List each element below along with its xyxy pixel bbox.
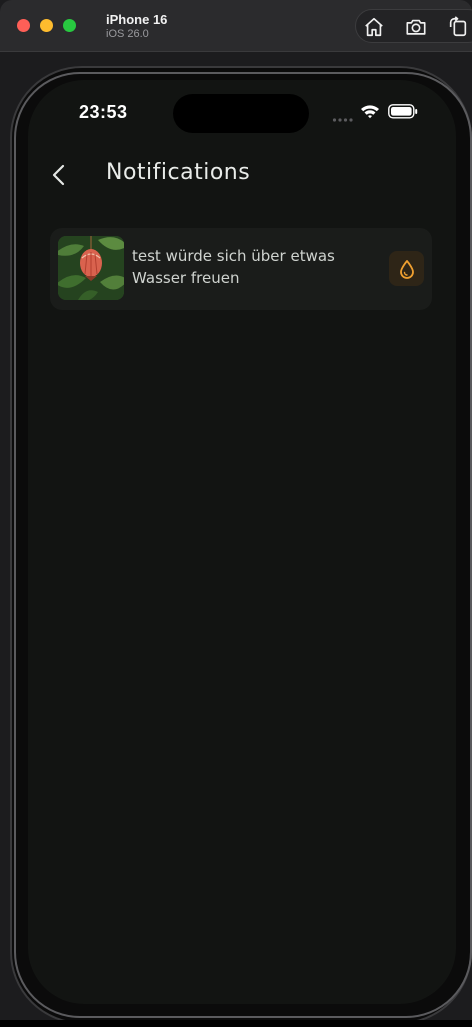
signal-icon	[332, 108, 354, 127]
rotate-icon[interactable]	[447, 16, 471, 38]
notification-card[interactable]: test würde sich über etwas Wasser freuen	[50, 228, 432, 310]
wifi-icon	[360, 103, 380, 123]
plant-thumbnail	[58, 236, 124, 300]
dynamic-island	[173, 94, 309, 133]
page-title: Notifications	[106, 160, 251, 185]
water-drop-icon	[399, 259, 414, 279]
simulator-titlebar: iPhone 16 iOS 26.0	[0, 0, 472, 52]
notification-message: test würde sich über etwas Wasser freuen	[132, 247, 335, 287]
home-icon[interactable]	[363, 16, 387, 38]
os-version: iOS 26.0	[106, 28, 149, 40]
simulator-toolbar	[355, 9, 472, 43]
zoom-window-button[interactable]	[63, 19, 76, 32]
status-time: 23:53	[79, 102, 128, 122]
device-name: iPhone 16	[106, 12, 168, 27]
minimize-window-button[interactable]	[40, 19, 53, 32]
close-window-button[interactable]	[17, 19, 30, 32]
water-action-button[interactable]	[389, 251, 424, 286]
back-button[interactable]	[48, 161, 72, 189]
battery-icon	[388, 104, 418, 123]
window-bottom-edge	[0, 1020, 472, 1027]
screenshot-icon[interactable]	[405, 16, 429, 38]
device-screen: 23:53 Notifications test würde sich über…	[28, 80, 456, 1004]
chevron-left-icon	[52, 164, 65, 186]
